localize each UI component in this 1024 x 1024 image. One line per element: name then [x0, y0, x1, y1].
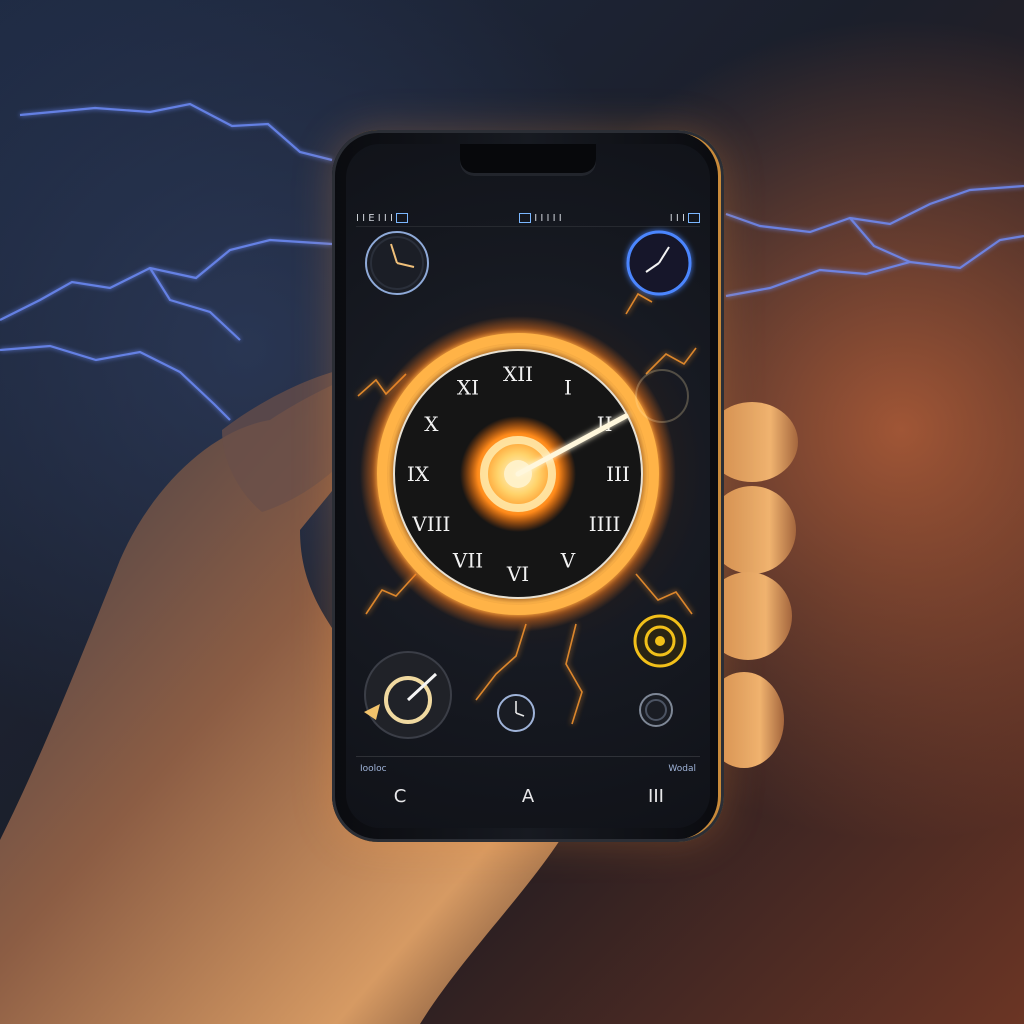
bottom-label-right: Wodal — [668, 764, 696, 774]
small-clock-top-right[interactable] — [626, 230, 692, 296]
main-clock-numeral: I — [564, 375, 572, 399]
bottom-labels: Iooloc Wodal — [360, 764, 696, 774]
main-clock[interactable]: XIIIIIIIIIIIIVVIVIIVIIIIXXXI — [360, 316, 676, 632]
nav-back-button[interactable]: C — [386, 784, 414, 808]
back-icon: C — [393, 785, 407, 807]
scene: I I E I I I I I I I I I I I XII I II III… — [0, 0, 1024, 1024]
small-clock-bottom-right[interactable] — [639, 693, 673, 727]
yellow-dial[interactable] — [633, 614, 687, 668]
main-clock-numeral: X — [424, 412, 439, 436]
lightning-left-upper — [19, 102, 333, 162]
main-clock-numeral: XI — [457, 375, 479, 399]
phone-screen: I I E I I I I I I I I I I I XII I II III… — [346, 144, 710, 828]
screen-graphics: XIIIIIIIIIIIIVVIVIIVIIIIXXXI — [357, 230, 697, 739]
lightning-right-upper — [725, 184, 1024, 234]
main-clock-numeral: VII — [452, 549, 483, 573]
main-clock-numeral: V — [560, 549, 576, 573]
small-clock-bottom-center[interactable] — [497, 694, 535, 732]
nav-home-button[interactable]: A — [514, 784, 542, 808]
navigation-bar: C A III — [386, 784, 670, 808]
lightning-right-lower — [725, 234, 1024, 298]
bottom-label-left: Iooloc — [360, 764, 387, 774]
small-clock-top-left[interactable] — [365, 231, 429, 295]
bottom-divider — [356, 756, 700, 757]
lightning-left-lower — [0, 344, 231, 421]
lightning-left-mid — [0, 238, 333, 321]
bottom-left-dial[interactable] — [364, 651, 452, 739]
main-clock-numeral: VIII — [411, 512, 450, 536]
main-clock-numeral: VI — [506, 562, 529, 586]
nav-recents-button[interactable]: III — [642, 784, 670, 808]
main-clock-numeral: IIII — [589, 512, 621, 536]
main-clock-numeral: XII — [503, 362, 533, 386]
lightning-right-branch — [849, 217, 911, 264]
recents-icon: III — [648, 785, 664, 807]
main-clock-numeral: IX — [407, 462, 430, 486]
home-icon: A — [521, 785, 535, 807]
smartphone: I I E I I I I I I I I I I I XII I II III… — [332, 130, 724, 842]
main-clock-numeral: III — [606, 462, 630, 486]
